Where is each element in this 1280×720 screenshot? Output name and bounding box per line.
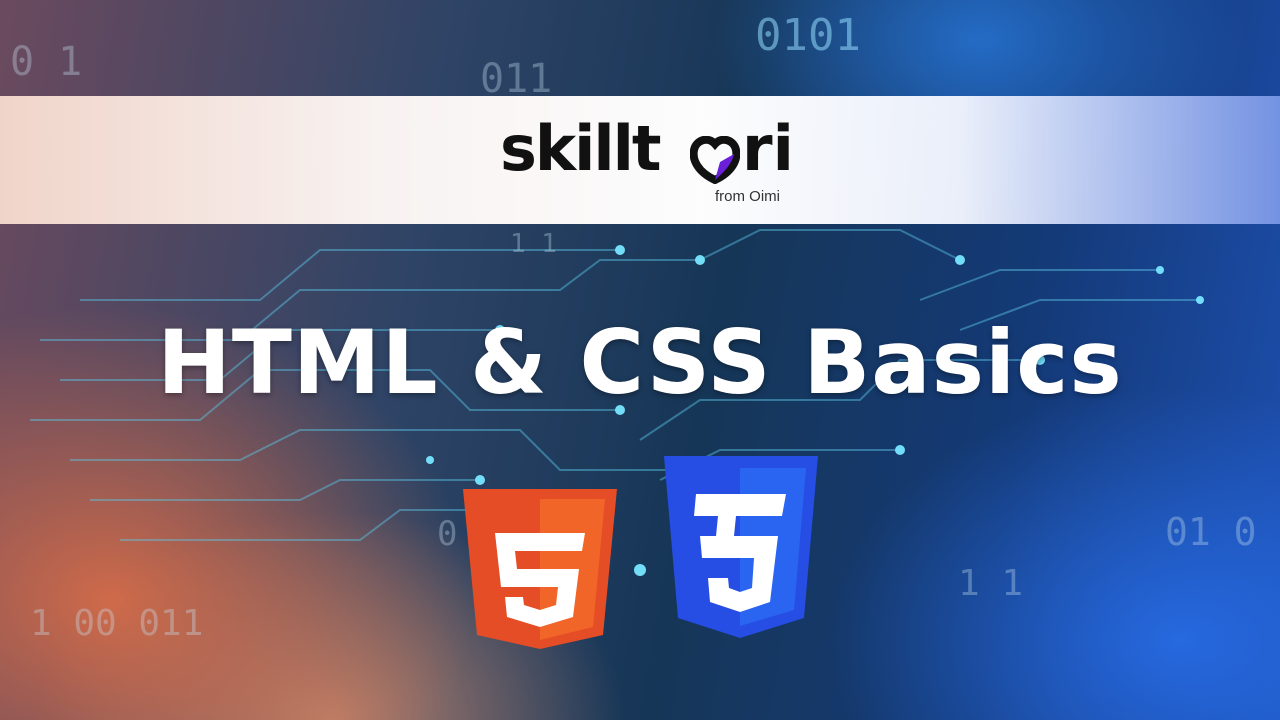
binary-text: 1 00 011	[30, 603, 203, 644]
binary-text: 1 1	[510, 229, 557, 259]
course-title: HTML & CSS Basics	[157, 311, 1123, 414]
logo-tagline: from Oimi	[715, 188, 780, 205]
course-thumbnail: 0 1 0101 011 1 1 1 00 011 0 01 0 1 1 ski…	[0, 0, 1280, 720]
binary-text: 1 1	[958, 563, 1023, 604]
html5-shield-icon	[463, 489, 617, 649]
css3-shield-icon	[664, 456, 818, 638]
binary-text: 0 1	[10, 39, 82, 85]
binary-text: 0101	[755, 10, 861, 61]
binary-text: 01 0	[1165, 510, 1257, 554]
skilltori-logo: skillt ri from Oimi	[500, 112, 794, 214]
logo-heart-o-icon	[690, 136, 740, 184]
logo-wordmark-suffix: ri	[742, 112, 794, 185]
logo-wordmark: skillt	[500, 112, 662, 185]
